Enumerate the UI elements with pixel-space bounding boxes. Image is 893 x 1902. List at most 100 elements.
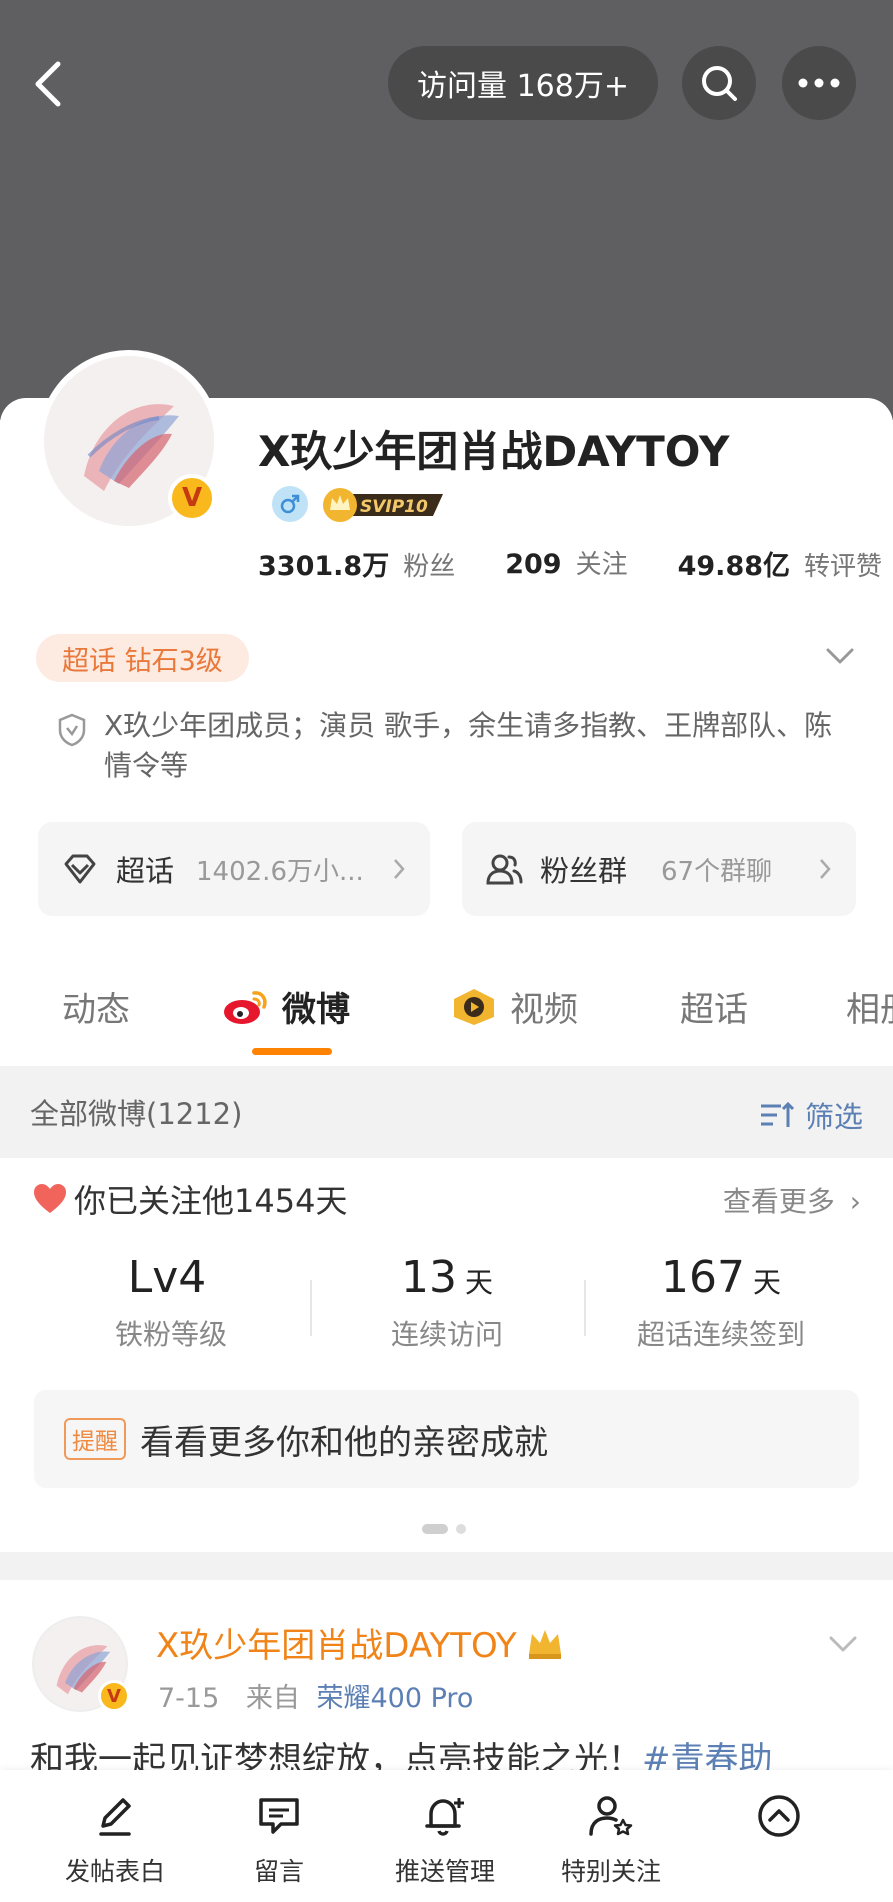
post-author-name: X玖少年团肖战DAYTOY [156,1626,517,1666]
tab-label: 动态 [62,990,130,1030]
visit-count-text: 访问量 168万+ [417,69,629,104]
more-dots-icon [798,78,840,88]
visit-streak-stat[interactable]: 13 天 连续访问 [322,1252,572,1353]
fan-level-value: Lv4 [127,1252,207,1303]
tab-dynamic[interactable]: 动态 [62,982,130,1031]
checkin-streak-unit: 天 [752,1266,781,1299]
bottom-label: 发帖表白 [64,1857,165,1886]
following-count: 209 [505,549,562,580]
pen-icon [99,1798,131,1836]
diamond-icon [64,854,96,884]
checkin-streak-stat[interactable]: 167 天 超话连续签到 [596,1252,846,1353]
chaohua-entry-title: 超话 [116,854,175,888]
post-hashtag[interactable]: #青春助 [642,1740,773,1772]
following-stat[interactable]: 209 关注 [505,544,627,583]
male-icon [272,486,308,522]
dot [456,1524,466,1534]
checkin-streak-label: 超话连续签到 [636,1318,805,1351]
tab-album[interactable]: 相册 [846,982,893,1031]
shield-icon [56,712,88,748]
profile-description: X玖少年团成员；演员 歌手，余生请多指教、王牌部队、陈情令等 [104,709,833,782]
fan-level-label: 铁粉等级 [114,1318,227,1351]
see-more-link[interactable]: 查看更多 › [723,1180,861,1220]
divider [584,1280,586,1336]
chaohua-level-badge[interactable]: 超话 钻石3级 [36,634,249,682]
fans-group-entry[interactable]: 粉丝群 67个群聊 [462,822,856,916]
post-from-label: 来自 [245,1683,300,1714]
chevron-right-icon [394,859,405,879]
group-icon [486,854,523,885]
visit-count-pill[interactable]: 访问量 168万+ [388,46,658,120]
post-menu-button[interactable] [823,1626,863,1662]
comment-icon [259,1798,299,1834]
divider [310,1280,312,1336]
chaohua-entry[interactable]: 超话 1402.6万小... [38,822,430,916]
bottom-label: 留言 [253,1857,304,1886]
chevron-down-icon [829,1636,857,1652]
achievement-reminder[interactable]: 提醒 看看更多你和他的亲密成就 [34,1390,859,1488]
tab-chaohua[interactable]: 超话 [680,982,748,1031]
bottom-label: 特别关注 [560,1857,661,1886]
tab-label: 视频 [510,990,578,1030]
crown-icon [528,1629,561,1659]
bottom-label: 推送管理 [394,1857,495,1886]
expand-profile-button[interactable] [820,636,860,676]
verified-badge: V [168,474,216,522]
following-label: 关注 [575,550,628,580]
post-date: 7-15 [158,1683,220,1714]
chevron-right-icon [820,859,831,879]
post-content-text: 和我一起见证梦想绽放，点亮技能之光！ [30,1740,642,1772]
visit-streak-unit: 天 [464,1266,493,1299]
active-tab-indicator [252,1048,332,1055]
push-settings-button[interactable]: 推送管理 [370,1792,520,1888]
likes-stat[interactable]: 49.88亿 转评赞 [678,544,882,583]
weibo-logo-icon [224,990,267,1024]
follow-days-row: 你已关注他1454天 [32,1176,347,1222]
svip-badge[interactable]: SVIP10 [318,484,458,524]
user-star-icon [589,1796,633,1836]
chevron-left-icon [35,61,61,107]
filter-icon [760,1101,795,1127]
profile-tabs: 动态 微博 视频 超话 相册 [0,956,893,1066]
bottom-action-bar: 发帖表白 留言 推送管理 特别关注 [0,1770,893,1902]
post-author[interactable]: X玖少年团肖战DAYTOY [156,1618,565,1667]
search-button[interactable] [682,46,756,120]
post-content: 和我一起见证梦想绽放，点亮技能之光！#青春助 [30,1732,890,1772]
dot-active [422,1524,448,1534]
chaohua-entry-sub: 1402.6万小... [196,856,364,887]
message-button[interactable]: 留言 [204,1792,354,1888]
post-verified-badge: V [98,1680,130,1712]
chevron-down-icon [826,648,854,664]
tab-label: 微博 [282,990,350,1030]
likes-label: 转评赞 [804,552,883,582]
followers-count: 3301.8万 [258,551,390,582]
filter-button[interactable]: 筛选 [759,1094,863,1136]
filter-bar: 全部微博(1212) 筛选 [0,1066,893,1158]
more-button[interactable] [782,46,856,120]
tab-label: 相册 [846,990,893,1030]
post-source[interactable]: 荣耀400 Pro [316,1683,473,1714]
profile-stats: 3301.8万 粉丝 209 关注 49.88亿 转评赞 [258,544,893,583]
see-more-label: 查看更多 [722,1185,835,1218]
follow-days-text: 你已关注他1454天 [74,1182,348,1220]
chevron-right-icon: › [849,1185,861,1218]
visit-streak-value: 13 [400,1252,457,1303]
search-icon [702,66,737,101]
carousel-dots [422,1524,474,1534]
visit-streak-label: 连续访问 [390,1318,503,1351]
followers-stat[interactable]: 3301.8万 粉丝 [258,544,455,583]
post-confession-button[interactable]: 发帖表白 [40,1792,190,1888]
tab-video[interactable]: 视频 [450,982,578,1031]
fan-level-stat[interactable]: Lv4 铁粉等级 [46,1252,296,1353]
likes-count: 49.88亿 [677,551,791,582]
back-button[interactable] [26,52,74,116]
scroll-top-button[interactable] [704,1792,854,1852]
heart-icon [34,1184,66,1213]
fan-stats: Lv4 铁粉等级 13 天 连续访问 167 天 超话连续签到 [0,1252,893,1362]
remind-text: 看看更多你和他的亲密成就 [140,1422,548,1463]
fans-entry-title: 粉丝群 [540,854,628,888]
tab-weibo[interactable]: 微博 [222,982,350,1031]
special-follow-button[interactable]: 特别关注 [536,1792,686,1888]
tab-label: 超话 [680,990,748,1030]
followers-label: 粉丝 [403,552,456,582]
